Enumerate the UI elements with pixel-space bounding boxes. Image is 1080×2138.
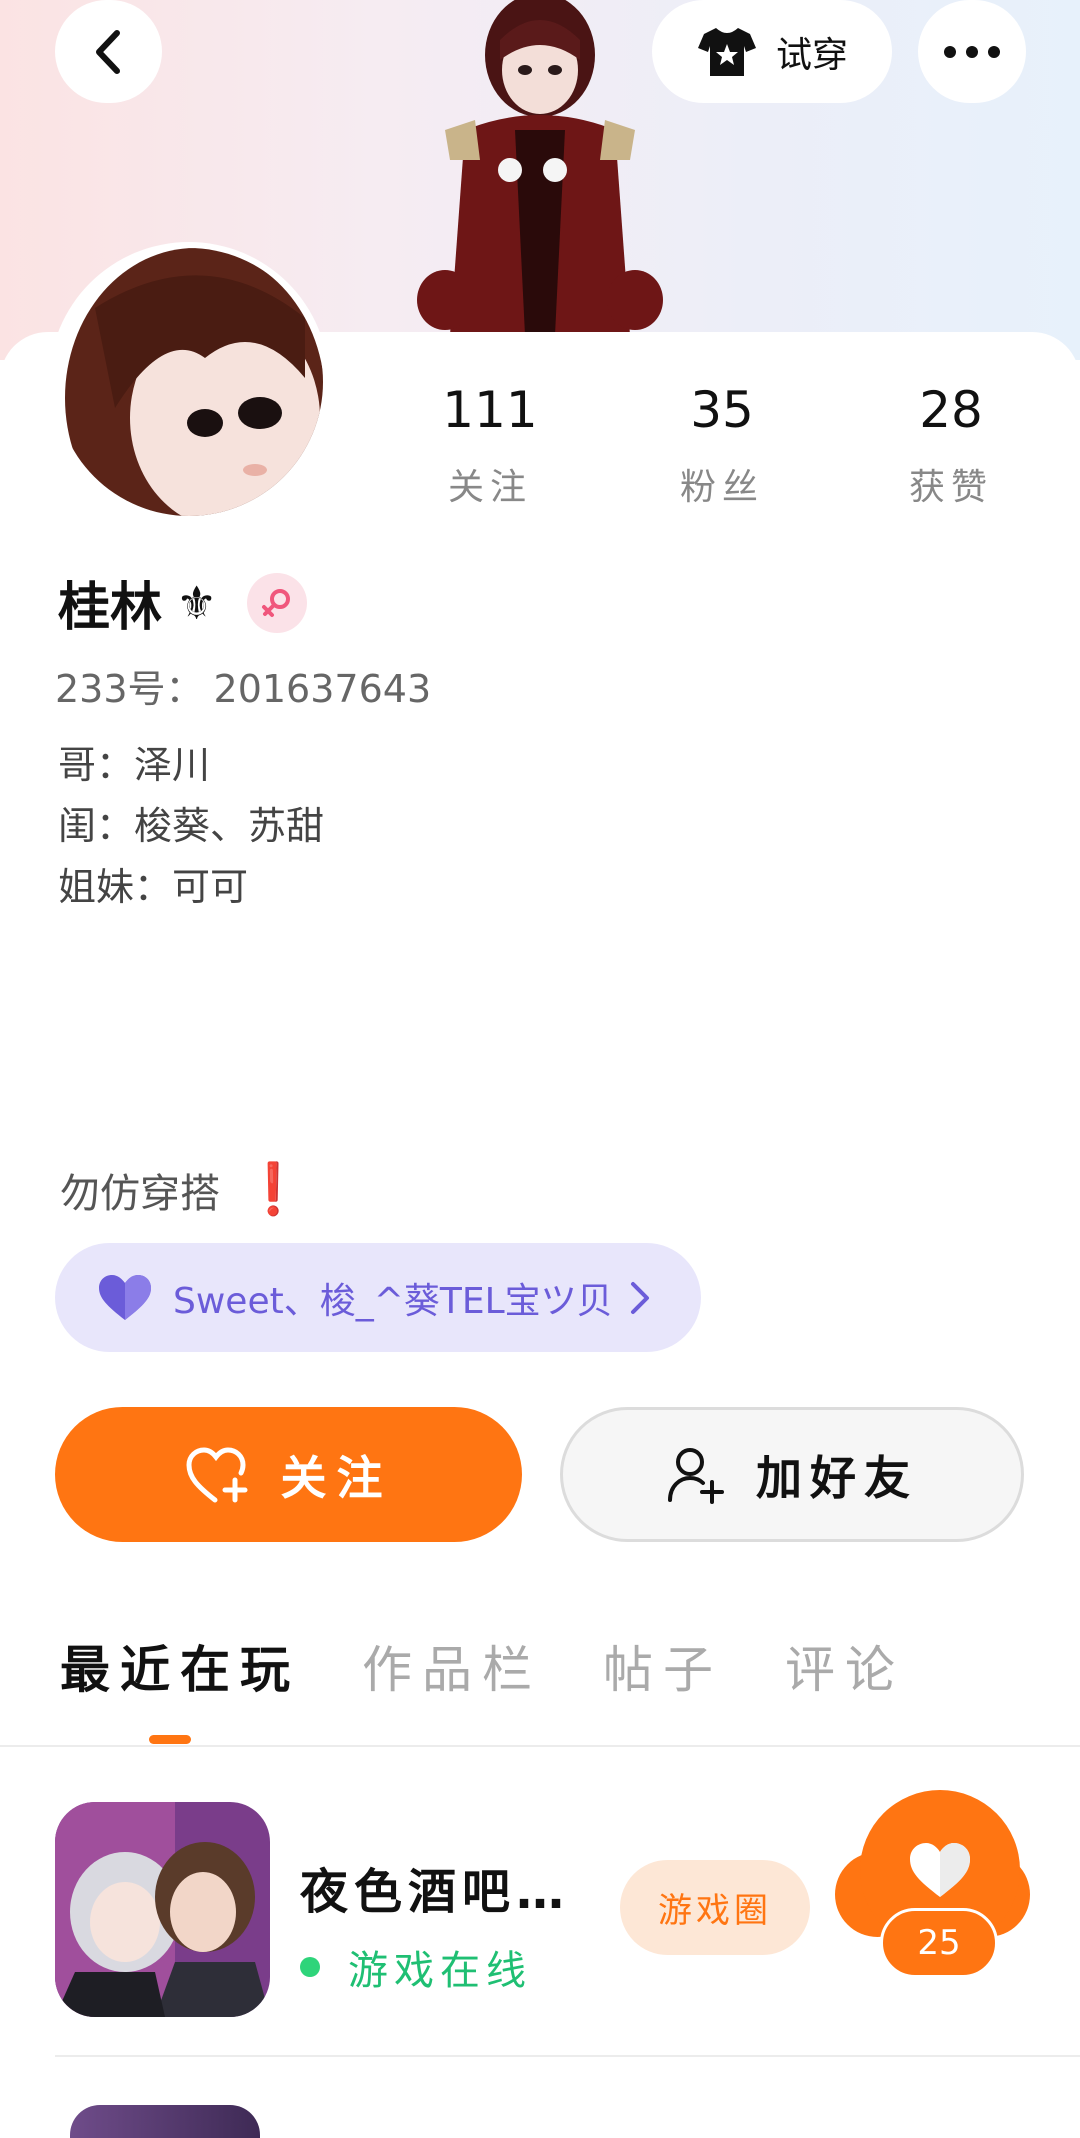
add-user-icon <box>668 1447 724 1504</box>
stat-following[interactable]: 111 关注 <box>400 380 580 510</box>
exclamation-icon: ❗ <box>242 1160 305 1218</box>
more-dots-icon <box>944 45 1000 58</box>
tab-posts[interactable]: 帖子 <box>603 1630 723 1702</box>
profile-name-row: 桂林 ⚜ <box>58 565 308 640</box>
stat-following-label: 关注 <box>447 467 532 508</box>
game-title: 夜色酒吧… <box>300 1864 571 1920</box>
online-status: 游戏在线 <box>300 1938 532 1996</box>
game-like-button[interactable]: 25 <box>835 1790 1030 1990</box>
tabs-divider <box>0 1745 1080 1747</box>
game-icon-image[interactable] <box>55 1802 270 2017</box>
notice-text: 勿仿穿搭 <box>60 1170 220 1217</box>
profile-page: 试穿 111 关注 35 粉丝 28 获赞 桂林 ⚜ 233号： 2016376… <box>0 0 1080 2138</box>
list-divider <box>55 2055 1080 2057</box>
chevron-left-icon <box>95 29 120 74</box>
tab-works[interactable]: 作品栏 <box>362 1630 542 1702</box>
avatar[interactable] <box>55 248 323 516</box>
stat-fans-label: 粉丝 <box>679 467 764 508</box>
game-circle-button[interactable]: 游戏圈 <box>620 1860 810 1955</box>
like-count: 25 <box>880 1908 998 1978</box>
user-id-label: 233号： <box>55 667 204 711</box>
user-id: 233号： 201637643 <box>55 658 441 713</box>
user-id-value: 201637643 <box>213 667 432 711</box>
female-gender-icon <box>247 572 308 633</box>
tshirt-icon <box>697 27 756 76</box>
avatar-character-figure <box>417 0 663 335</box>
profile-bio: 哥：泽川 闺：梭葵、苏甜 姐妹：可可 <box>58 735 324 918</box>
follow-button[interactable]: 关注 <box>55 1407 522 1542</box>
follow-label: 关注 <box>280 1450 393 1505</box>
back-button[interactable] <box>55 0 162 103</box>
profile-name: 桂林 <box>58 578 163 638</box>
stat-fans-value: 35 <box>690 381 754 439</box>
stat-likes-value: 28 <box>919 381 983 439</box>
profile-notice: 勿仿穿搭 ❗ <box>60 1160 304 1219</box>
more-options-button[interactable] <box>918 0 1026 103</box>
list-item[interactable]: 夜色酒吧… 游戏在线 游戏圈 25 <box>0 1790 1080 2020</box>
stat-likes[interactable]: 28 获赞 <box>861 380 1041 510</box>
heart-icon <box>99 1274 151 1320</box>
tab-comments[interactable]: 评论 <box>785 1630 905 1702</box>
heart-icon <box>910 1843 970 1897</box>
stat-likes-label: 获赞 <box>908 467 993 508</box>
try-on-label: 试穿 <box>775 34 848 76</box>
profile-name-emblem: ⚜ <box>176 575 218 630</box>
next-game-icon-image[interactable] <box>70 2105 260 2138</box>
profile-tabs: 最近在玩 作品栏 帖子 评论 <box>0 1630 1080 1745</box>
bio-line: 闺：梭葵、苏甜 <box>58 804 325 848</box>
stat-fans[interactable]: 35 粉丝 <box>632 380 812 510</box>
add-friend-button[interactable]: 加好友 <box>560 1407 1024 1542</box>
chevron-right-icon <box>631 1281 649 1314</box>
add-friend-label: 加好友 <box>756 1450 918 1505</box>
tab-recent-played[interactable]: 最近在玩 <box>60 1630 300 1702</box>
relationship-banner[interactable]: Sweet、梭_^葵TEL宝ツ贝 <box>55 1243 701 1352</box>
active-tab-indicator <box>149 1735 191 1744</box>
online-status-text: 游戏在线 <box>348 1948 532 1994</box>
relationship-text: Sweet、梭_^葵TEL宝ツ贝 <box>173 1280 613 1322</box>
heart-plus-icon <box>185 1446 247 1502</box>
stat-following-value: 111 <box>442 381 538 439</box>
bio-line: 哥：泽川 <box>58 743 211 787</box>
game-circle-label: 游戏圈 <box>658 1891 772 1931</box>
bio-line: 姐妹：可可 <box>58 865 249 909</box>
avatar-image <box>55 248 323 516</box>
online-dot-icon <box>300 1957 320 1977</box>
try-on-button[interactable]: 试穿 <box>652 0 892 103</box>
